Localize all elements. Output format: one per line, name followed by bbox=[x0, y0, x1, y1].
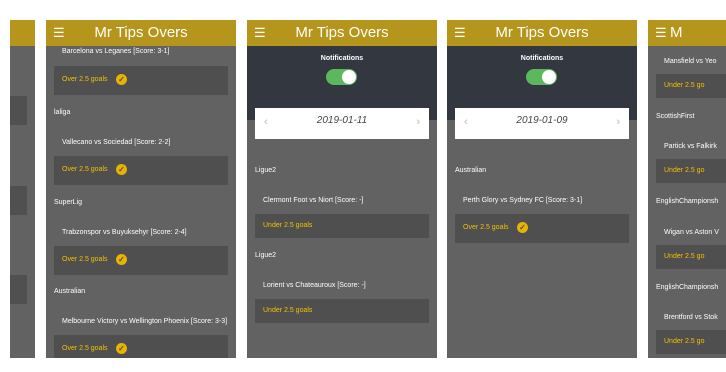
app-header: ☰ Mr Tips Overs bbox=[447, 20, 637, 46]
result-row[interactable]: Over 2.5 goals ✓ bbox=[54, 156, 228, 185]
result-row bbox=[10, 275, 27, 304]
result-label: Under 2.5 go bbox=[664, 167, 705, 174]
match-name: Lorient vs Chateauroux [Score: -] bbox=[263, 282, 366, 289]
app-header: ☰ Mr Tips Overs bbox=[247, 20, 437, 46]
result-label: Over 2.5 goals bbox=[463, 224, 509, 231]
app-title: Mr Tips Overs bbox=[94, 24, 188, 41]
screen-1-partial bbox=[10, 20, 35, 358]
app-title-clipped: M bbox=[670, 24, 683, 41]
league-name: EnglishChampionsh bbox=[656, 198, 719, 205]
date-picker[interactable]: ‹ 2019-01-09 › bbox=[455, 108, 629, 139]
result-label: Over 2.5 goals bbox=[62, 166, 108, 173]
result-label: Under 2.5 go bbox=[664, 338, 705, 345]
screen-4: ☰ Mr Tips Overs Notifications ‹ 2019-01-… bbox=[447, 20, 637, 358]
league-name: Ligue2 bbox=[255, 252, 277, 259]
chevron-right-icon[interactable]: › bbox=[416, 116, 420, 128]
app-header bbox=[10, 20, 35, 46]
app-header: ☰ M bbox=[648, 20, 726, 46]
toggle-knob bbox=[342, 70, 356, 84]
result-row[interactable]: Under 2.5 goals bbox=[255, 299, 429, 323]
check-icon: ✓ bbox=[517, 222, 528, 233]
notifications-toggle[interactable] bbox=[526, 69, 557, 85]
match-name: Trabzonspor vs Buyuksehyr [Score: 2-4] bbox=[62, 229, 187, 236]
app-title: Mr Tips Overs bbox=[295, 24, 389, 41]
result-row bbox=[10, 96, 27, 125]
league-name: ScottishFirst bbox=[656, 113, 695, 120]
match-name: Clermont Foot vs Niort [Score: -] bbox=[263, 197, 364, 204]
app-header: ☰ Mr Tips Overs bbox=[46, 20, 236, 46]
result-row[interactable]: Under 2.5 go bbox=[656, 330, 726, 354]
match-name: Mansfield vs Yeo bbox=[664, 58, 717, 65]
result-row[interactable]: Over 2.5 goals ✓ bbox=[455, 214, 629, 243]
match-name: Perth Glory vs Sydney FC [Score: 3-1] bbox=[463, 197, 583, 204]
screen-5-partial: ☰ M Mansfield vs Yeo Under 2.5 go Scotti… bbox=[648, 20, 726, 358]
result-label: Under 2.5 goals bbox=[263, 222, 313, 229]
selected-date: 2019-01-09 bbox=[516, 115, 568, 126]
result-label: Under 2.5 go bbox=[664, 82, 705, 89]
league-name: EnglishChampionsh bbox=[656, 284, 719, 291]
result-label: Under 2.5 goals bbox=[263, 307, 313, 314]
check-icon: ✓ bbox=[116, 164, 127, 175]
match-name: Melbourne Victory vs Wellington Phoenix … bbox=[62, 318, 228, 325]
screen-2: ☰ Mr Tips Overs Barcelona vs Leganes [Sc… bbox=[46, 20, 236, 358]
chevron-right-icon[interactable]: › bbox=[616, 116, 620, 128]
hamburger-menu-icon[interactable]: ☰ bbox=[655, 25, 667, 41]
result-row[interactable]: Under 2.5 go bbox=[656, 245, 726, 269]
league-name: Australian bbox=[455, 167, 487, 174]
result-label: Under 2.5 go bbox=[664, 253, 705, 260]
date-picker[interactable]: ‹ 2019-01-11 › bbox=[255, 108, 429, 139]
check-icon: ✓ bbox=[116, 343, 127, 354]
check-icon: ✓ bbox=[116, 254, 127, 265]
result-row[interactable]: Over 2.5 goals ✓ bbox=[54, 246, 228, 275]
result-row[interactable]: Under 2.5 goals bbox=[255, 214, 429, 238]
toggle-knob bbox=[542, 70, 556, 84]
league-name: Ligue2 bbox=[255, 167, 277, 174]
result-row[interactable]: Under 2.5 go bbox=[656, 74, 726, 98]
match-name: Barcelona vs Leganes [Score: 3-1] bbox=[62, 48, 170, 55]
match-name: Wigan vs Aston V bbox=[664, 229, 719, 236]
result-row bbox=[10, 186, 27, 215]
notifications-label: Notifications bbox=[520, 55, 564, 62]
result-label: Over 2.5 goals bbox=[62, 345, 108, 352]
result-label: Over 2.5 goals bbox=[62, 76, 108, 83]
result-label: Over 2.5 goals bbox=[62, 256, 108, 263]
match-name: Partick vs Falkirk bbox=[664, 143, 717, 150]
screen-3: ☰ Mr Tips Overs Notifications ‹ 2019-01-… bbox=[247, 20, 437, 358]
notifications-label: Notifications bbox=[320, 55, 364, 62]
league-name: SuperLig bbox=[54, 199, 83, 206]
notifications-toggle[interactable] bbox=[326, 69, 357, 85]
selected-date: 2019-01-11 bbox=[316, 115, 368, 126]
result-row[interactable]: Under 2.5 go bbox=[656, 159, 726, 183]
match-name: Brentford vs Stok bbox=[664, 314, 718, 321]
result-row[interactable]: Over 2.5 goals ✓ bbox=[54, 66, 228, 95]
result-row[interactable]: Over 2.5 goals ✓ bbox=[54, 335, 228, 358]
check-icon: ✓ bbox=[116, 74, 127, 85]
app-title: Mr Tips Overs bbox=[495, 24, 589, 41]
league-name: Australian bbox=[54, 288, 86, 295]
league-name: laliga bbox=[54, 109, 71, 116]
match-name: Vallecano vs Sociedad [Score: 2-2] bbox=[62, 139, 171, 146]
